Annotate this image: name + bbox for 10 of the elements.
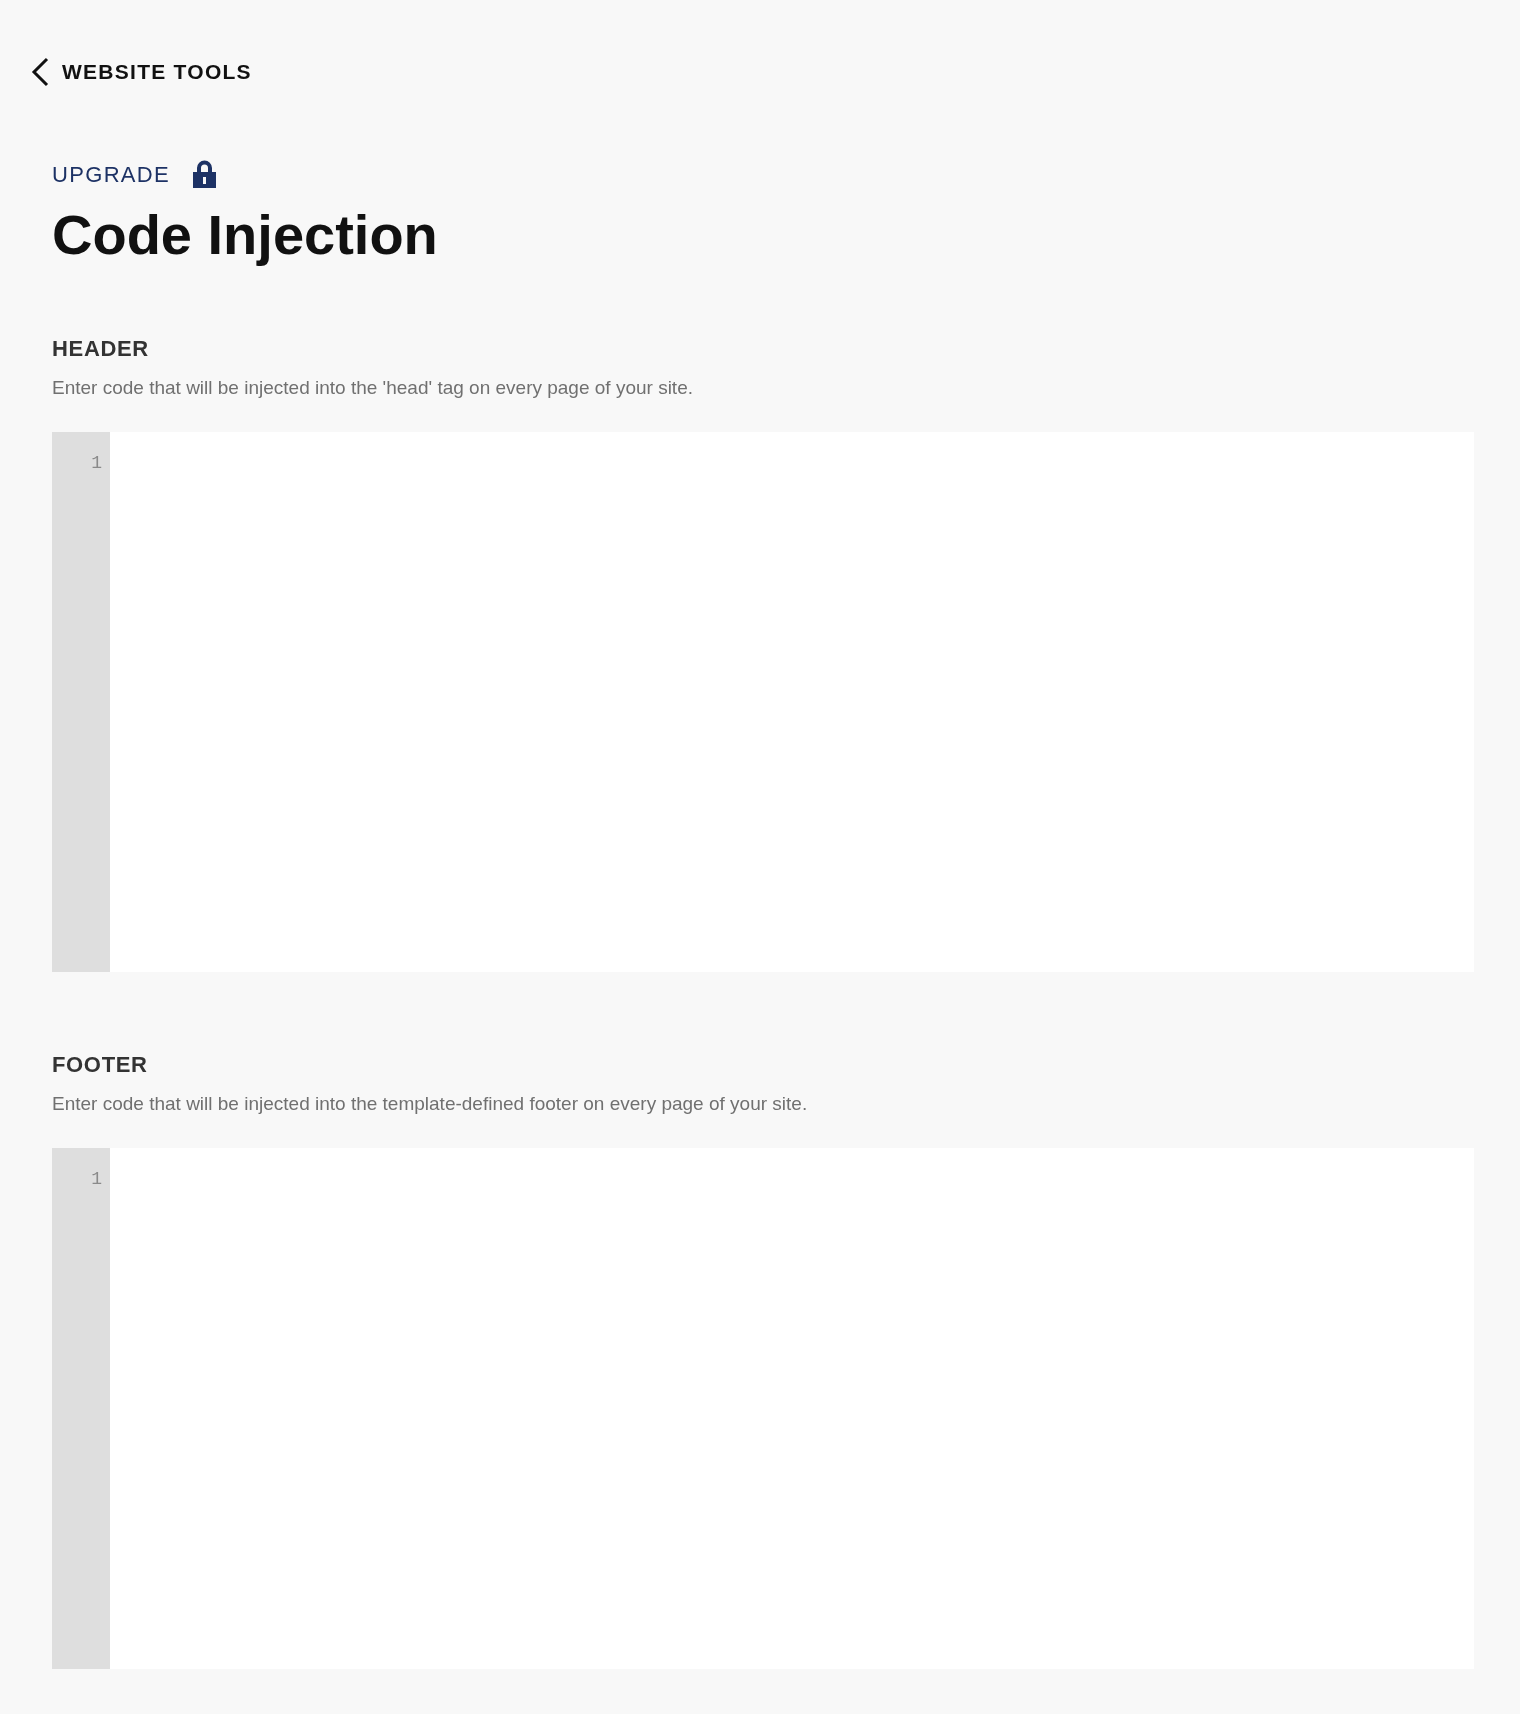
section-description: Enter code that will be injected into the 'head' tag on every page of your site. <box>52 376 694 401</box>
chevron-left-icon <box>30 56 50 87</box>
line-number: 1 <box>90 1167 103 1191</box>
upgrade-link[interactable]: UPGRADE <box>52 157 171 191</box>
line-number: 1 <box>90 451 103 475</box>
section-description: Enter code that will be injected into the template-defined footer on every page of your site. <box>52 1092 809 1117</box>
section-heading: FOOTER <box>52 1051 149 1079</box>
page-title: Code Injection <box>52 201 439 268</box>
back-link[interactable]: WEBSITE TOOLS <box>30 56 252 88</box>
section-heading: HEADER <box>52 335 150 363</box>
